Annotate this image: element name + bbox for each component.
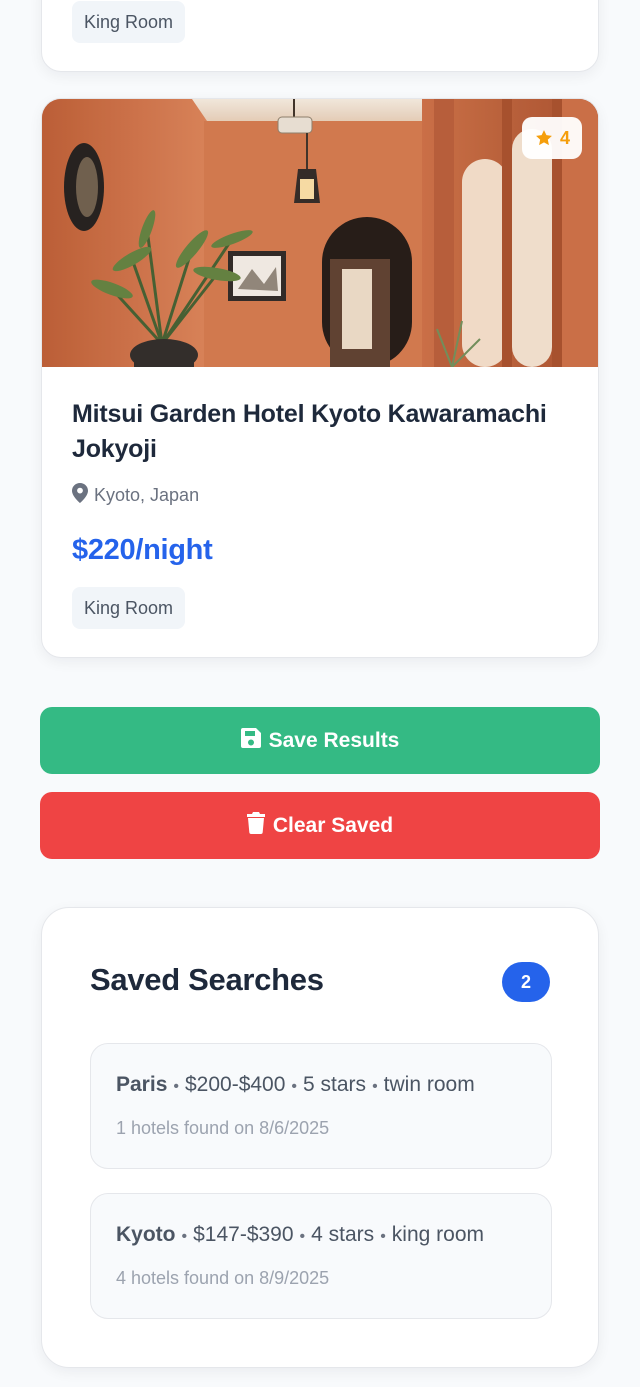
separator-dot: • xyxy=(299,1228,306,1245)
saved-searches-title: Saved Searches xyxy=(90,962,324,997)
saved-search-item[interactable]: Paris • $200-$400 • 5 stars • twin room 1 hote… xyxy=(90,1043,552,1169)
saved-search-stars: 4 stars xyxy=(311,1223,375,1246)
separator-dot: • xyxy=(380,1228,386,1245)
separator-dot: • xyxy=(291,1078,298,1095)
saved-search-city: Kyoto xyxy=(116,1223,176,1246)
hotel-card-previous[interactable]: King Room xyxy=(41,0,599,72)
separator-dot: • xyxy=(173,1078,179,1095)
clear-saved-button[interactable]: Clear Saved xyxy=(40,792,600,859)
saved-search-summary: 4 hotels found on 8/9/2025 xyxy=(116,1268,330,1288)
hotel-name: Mitsui Garden Hotel Kyoto Kawaramachi Jo… xyxy=(72,400,547,463)
rating-value: 4 xyxy=(559,127,570,148)
rating-badge: 4 xyxy=(521,117,582,159)
map-pin-icon xyxy=(72,483,88,508)
hotel-photo: 4 xyxy=(42,99,598,367)
clear-saved-label: Clear Saved xyxy=(272,813,394,837)
saved-searches-panel: Saved Searches 2 Paris • $200-$400 • 5 stars… xyxy=(41,907,599,1368)
room-type-tag: King Room xyxy=(72,1,186,43)
hotel-card[interactable]: 4 Mitsui Garden Hotel Kyoto Kawaramachi … xyxy=(41,98,599,658)
saved-search-price: $200-$400 xyxy=(184,1073,286,1096)
hotel-price: $220/night xyxy=(72,534,213,566)
save-results-button[interactable]: Save Results xyxy=(40,707,600,774)
floppy-disk-icon xyxy=(240,727,261,754)
saved-search-criteria: Paris • $200-$400 • 5 stars • twin room xyxy=(116,1073,475,1097)
room-type-tag: King Room xyxy=(72,587,186,629)
trash-icon xyxy=(246,811,265,840)
saved-search-price: $147-$390 xyxy=(193,1223,294,1246)
saved-search-summary: 1 hotels found on 8/6/2025 xyxy=(116,1118,330,1138)
hotel-location: Kyoto, Japan xyxy=(72,483,568,508)
saved-search-criteria: Kyoto • $147-$390 • 4 stars • king room xyxy=(116,1223,484,1247)
save-results-label: Save Results xyxy=(268,728,400,752)
star-icon xyxy=(534,128,554,148)
separator-dot: • xyxy=(372,1078,378,1095)
saved-search-room: king room xyxy=(391,1223,484,1246)
saved-search-stars: 5 stars xyxy=(303,1073,367,1096)
saved-search-city: Paris xyxy=(116,1073,168,1096)
saved-count-badge: 2 xyxy=(502,962,550,1002)
saved-search-room: twin room xyxy=(383,1073,475,1096)
separator-dot: • xyxy=(181,1228,188,1245)
saved-search-item[interactable]: Kyoto • $147-$390 • 4 stars • king room 4 hote… xyxy=(90,1193,552,1319)
location-text: Kyoto, Japan xyxy=(94,485,200,505)
